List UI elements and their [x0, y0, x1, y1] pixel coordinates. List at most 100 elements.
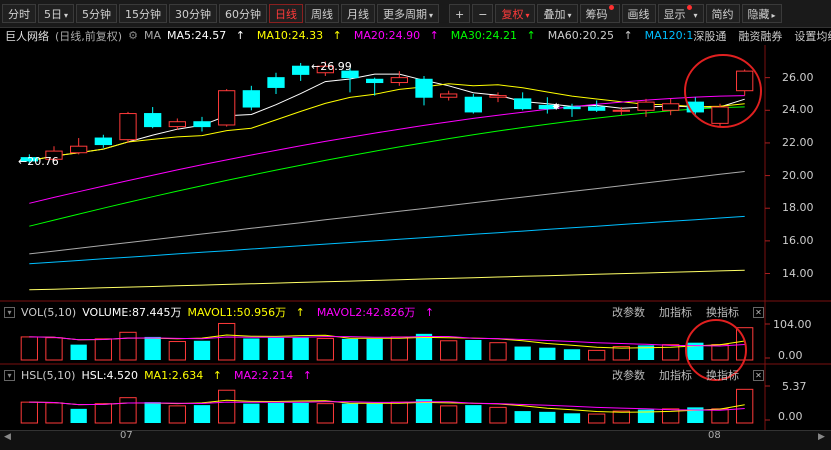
- candle-body: [588, 106, 606, 111]
- up-arrow-icon: ↑: [232, 29, 245, 42]
- volume-bar: [292, 337, 309, 360]
- period-30min[interactable]: 30分钟: [169, 4, 218, 23]
- hsl-bar: [193, 405, 211, 423]
- period-5day-label: 5日: [44, 8, 62, 21]
- ma10-line: [29, 83, 745, 162]
- collapse-icon[interactable]: ▾: [4, 369, 15, 381]
- hsl-bar: [94, 403, 112, 424]
- hsl-huanzhibiao-button[interactable]: 换指标: [706, 367, 739, 383]
- candle-body: [464, 96, 482, 113]
- period-5min[interactable]: 5分钟: [76, 4, 118, 23]
- vol-huanzhibiao-button[interactable]: 换指标: [706, 304, 739, 320]
- candle-body: [612, 109, 630, 112]
- hsl-panel-header: ▾ HSL(5,10) HSL:4.520 MA1:2.634 ↑ MA2:2.…: [0, 368, 770, 382]
- candle-body: [440, 93, 458, 98]
- candle-body: [70, 145, 88, 154]
- period-60min[interactable]: 60分钟: [219, 4, 268, 23]
- hsl-axis-min: 0.00: [778, 410, 803, 423]
- hsl-bar: [440, 405, 458, 424]
- candle-body: [242, 90, 260, 108]
- collapse-icon[interactable]: ▾: [4, 306, 15, 318]
- up-arrow-icon: ↑: [619, 29, 633, 42]
- huaxian-button[interactable]: 画线: [621, 4, 656, 23]
- hsl-bar: [144, 402, 161, 423]
- hsl-bar: [415, 399, 433, 423]
- candle-body: [193, 121, 211, 128]
- vol-jiazhibiao-button[interactable]: 加指标: [659, 304, 692, 320]
- hsl-bar: [637, 409, 655, 423]
- volume-bar: [119, 331, 137, 361]
- hsl-bar: [218, 389, 236, 424]
- volume-value: VOLUME:87.445万: [82, 306, 182, 319]
- candle-body: [390, 77, 408, 84]
- hsl-bar: [390, 401, 408, 424]
- volume-bar: [20, 336, 38, 361]
- close-icon[interactable]: ✕: [753, 369, 764, 381]
- ma-label: MA: [143, 29, 161, 42]
- zoom-in-button[interactable]: +: [449, 4, 471, 23]
- hsl-bar: [588, 413, 606, 424]
- volume-bar: [144, 336, 161, 360]
- diejia-dropdown[interactable]: 叠加 ▾: [537, 4, 578, 23]
- yincang-button[interactable]: 隐藏 ▸: [741, 4, 782, 23]
- jianyue-button[interactable]: 简约: [705, 4, 740, 23]
- volume-bar: [218, 322, 236, 361]
- chevron-down-icon: ▾: [693, 11, 698, 20]
- period-weekly[interactable]: 周线: [305, 4, 340, 23]
- close-icon[interactable]: ✕: [753, 306, 764, 318]
- chouma-button[interactable]: 筹码: [579, 4, 620, 23]
- volume-bar: [662, 344, 680, 361]
- chevron-down-icon: ▾: [429, 11, 434, 20]
- mavol2-line: [29, 336, 745, 347]
- hsl-ma2-line: [29, 401, 745, 411]
- chouma-label: 筹码: [585, 8, 608, 21]
- volume-bar: [563, 349, 581, 360]
- hsl-jiazhibiao-button[interactable]: 加指标: [659, 367, 692, 383]
- period-more[interactable]: 更多周期 ▾: [377, 4, 440, 23]
- candle-body: [168, 121, 186, 128]
- xianshi-dropdown[interactable]: 显示 ▾: [657, 4, 704, 23]
- candle-body: [292, 65, 310, 75]
- period-15min[interactable]: 15分钟: [119, 4, 168, 23]
- price-tick-label: 26.00: [782, 70, 814, 84]
- rongzi-link[interactable]: 融资融券: [738, 28, 782, 44]
- volume-bar: [415, 333, 433, 360]
- ma10-value: MA10:24.33 ↑: [256, 29, 342, 42]
- up-arrow-icon: ↑: [299, 368, 312, 382]
- hsl-gaicanshu-button[interactable]: 改参数: [612, 367, 645, 383]
- period-5day[interactable]: 5日 ▾: [38, 4, 75, 23]
- vol-axis-min: 0.00: [778, 349, 803, 362]
- up-arrow-icon: ↑: [292, 306, 305, 319]
- zoom-out-button[interactable]: −: [472, 4, 494, 23]
- scroll-right-icon[interactable]: ▶: [818, 432, 825, 442]
- star-marker-icon: ✸: [552, 102, 561, 113]
- shengutong-link[interactable]: 深股通: [693, 28, 726, 44]
- candle-body: [711, 106, 729, 124]
- vol-gaicanshu-button[interactable]: 改参数: [612, 304, 645, 320]
- chevron-down-icon: ▾: [64, 11, 69, 20]
- mavol1-line: [29, 334, 745, 349]
- period-daily[interactable]: 日线: [269, 4, 304, 23]
- up-arrow-icon: ↑: [329, 29, 342, 42]
- ma20-value: MA20:24.90 ↑: [353, 29, 439, 42]
- ma-legend-bar: 巨人网络 (日线,前复权) ⚙ MA MA5:24.57 ↑ MA10:24.3…: [0, 27, 831, 44]
- price-tick-label: 14.00: [782, 266, 814, 280]
- ma-settings-dropdown[interactable]: 设置均线▾: [794, 28, 831, 44]
- hsl-bar: [267, 402, 285, 423]
- period-monthly[interactable]: 月线: [341, 4, 376, 23]
- stock-name[interactable]: 巨人网络: [5, 28, 49, 44]
- hsl-bar: [243, 403, 260, 423]
- scroll-left-icon[interactable]: ◀: [4, 432, 11, 442]
- price-tick-label: 22.00: [782, 135, 814, 149]
- hsl-panel-actions: 改参数 加指标 换指标 ✕: [604, 367, 770, 383]
- hsl-ma1-value: MA1:2.634 ↑: [144, 368, 222, 382]
- settings-gear-icon[interactable]: ⚙: [128, 29, 138, 42]
- volume-bar: [612, 346, 630, 361]
- candle-body: [686, 101, 704, 113]
- period-fenshi[interactable]: 分时: [2, 4, 36, 23]
- candle-body: [563, 106, 581, 110]
- up-arrow-icon: ↑: [421, 306, 435, 319]
- hsl-bar: [20, 401, 38, 424]
- fuquan-dropdown[interactable]: 复权 ▾: [495, 4, 536, 23]
- ma5-line: [29, 73, 745, 162]
